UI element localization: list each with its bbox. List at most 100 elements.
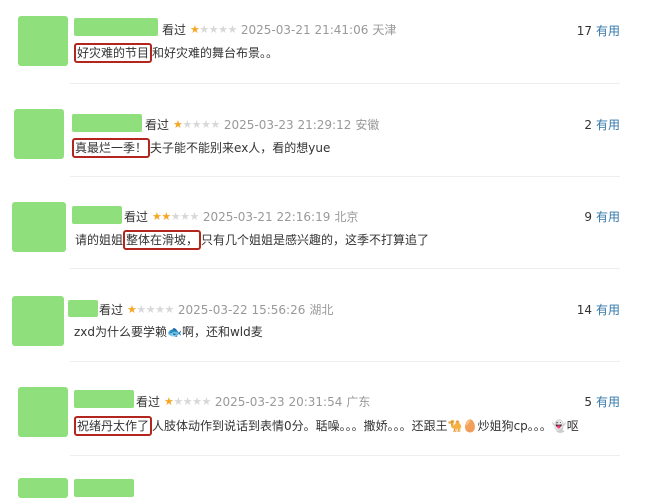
ghost-icon: 👻	[551, 419, 567, 433]
divider	[70, 361, 620, 362]
star-empty-icon: ★	[182, 118, 192, 131]
star-empty-icon: ★	[155, 303, 165, 316]
review-meta: 看过 ★ ★ ★ ★ ★ 2025-03-21 22:16:19 北京	[124, 208, 358, 225]
avatar[interactable]	[12, 296, 64, 346]
star-empty-icon: ★	[189, 210, 200, 223]
star-empty-icon: ★	[227, 23, 238, 36]
username-link[interactable]	[74, 390, 134, 408]
star-empty-icon: ★	[218, 23, 228, 36]
watched-status: 看过	[99, 303, 124, 317]
review-text-a: zxd为什么要学赖	[74, 325, 168, 339]
avatar[interactable]	[18, 387, 68, 437]
review-text-rest: 夫子能不能别来ex人，看的想yue	[150, 141, 331, 155]
star-filled-icon: ★	[127, 303, 137, 316]
review-text: 好灾难的节目 和好灾难的舞台布景。。	[74, 43, 279, 63]
rating-stars: ★ ★ ★ ★ ★	[173, 118, 220, 131]
rating-stars: ★ ★ ★ ★ ★	[127, 303, 174, 316]
highlighted-phrase: 真最烂一季！	[72, 138, 151, 158]
star-empty-icon: ★	[180, 210, 190, 223]
star-empty-icon: ★	[201, 118, 211, 131]
review-text: 祝绪丹太作了 人肢体动作到说话到表情0分。聒噪。。。撒娇。。。还跟王🐪🥚炒姐狗cp…	[74, 416, 579, 436]
useful-button[interactable]: 有用	[596, 303, 620, 317]
fish-icon: 🐟	[167, 325, 182, 339]
review-datetime: 2025-03-23 20:31:54	[214, 394, 343, 409]
star-empty-icon: ★	[173, 395, 183, 408]
username-link[interactable]	[74, 18, 158, 36]
watched-status: 看过	[145, 118, 170, 132]
vote-useful[interactable]: 5 有用	[584, 393, 620, 410]
star-filled-icon: ★	[161, 210, 171, 223]
star-empty-icon: ★	[210, 118, 221, 131]
review-text-rest: 只有几个姐姐是感兴趣的，这季不打算追了	[201, 233, 430, 247]
star-empty-icon: ★	[191, 118, 202, 131]
divider	[70, 455, 620, 456]
vote-useful[interactable]: 14 有用	[577, 301, 620, 318]
vote-useful[interactable]: 17 有用	[577, 22, 620, 39]
rating-stars: ★ ★ ★ ★ ★	[152, 210, 199, 223]
review-text: 真最烂一季！ 夫子能不能别来ex人，看的想yue	[72, 138, 331, 158]
review-datetime: 2025-03-22 15:56:26	[177, 302, 306, 317]
vote-count: 5	[584, 395, 592, 409]
highlighted-phrase: 祝绪丹太作了	[74, 416, 153, 436]
divider	[70, 83, 620, 84]
review-text-rest: 和好灾难的舞台布景。。	[152, 46, 279, 60]
star-filled-icon: ★	[190, 23, 200, 36]
useful-button[interactable]: 有用	[596, 395, 620, 409]
review-text: 请的姐姐 整体在滑坡， 只有几个姐姐是感兴趣的，这季不打算追了	[75, 230, 430, 250]
highlighted-phrase: 整体在滑坡，	[123, 230, 202, 250]
username-link[interactable]	[74, 479, 134, 497]
star-empty-icon: ★	[201, 395, 212, 408]
review-meta: 看过 ★ ★ ★ ★ ★ 2025-03-23 20:31:54 广东	[136, 393, 370, 410]
avatar[interactable]	[18, 478, 68, 498]
vote-useful[interactable]: 2 有用	[584, 116, 620, 133]
star-empty-icon: ★	[164, 303, 175, 316]
review-text-b: 啊，还和wld麦	[181, 325, 263, 339]
rating-stars: ★ ★ ★ ★ ★	[190, 23, 237, 36]
vote-count: 17	[576, 24, 592, 38]
star-empty-icon: ★	[199, 23, 209, 36]
review-meta: 看过 ★ ★ ★ ★ ★ 2025-03-23 21:29:12 安徽	[145, 116, 379, 133]
useful-button[interactable]: 有用	[596, 210, 620, 224]
star-filled-icon: ★	[164, 395, 174, 408]
review-datetime: 2025-03-21 21:41:06	[240, 22, 369, 37]
avatar[interactable]	[18, 16, 68, 66]
star-empty-icon: ★	[208, 23, 219, 36]
useful-button[interactable]: 有用	[596, 118, 620, 132]
avatar[interactable]	[14, 109, 64, 159]
divider	[70, 268, 620, 269]
divider	[70, 176, 620, 177]
star-empty-icon: ★	[192, 395, 202, 408]
star-empty-icon: ★	[136, 303, 146, 316]
rating-stars: ★ ★ ★ ★ ★	[164, 395, 211, 408]
vote-count: 2	[584, 118, 592, 132]
vote-count: 14	[576, 303, 592, 317]
review-meta: 看过 ★ ★ ★ ★ ★ 2025-03-21 21:41:06 天津	[162, 21, 396, 38]
review-meta: 看过 ★ ★ ★ ★ ★ 2025-03-22 15:56:26 湖北	[99, 301, 333, 318]
username-link[interactable]	[72, 114, 142, 132]
review-location: 广东	[346, 395, 371, 409]
watched-status: 看过	[162, 23, 187, 37]
review-text-a: 人肢体动作到说话到表情0分。聒噪。。。撒娇。。。还跟王	[152, 419, 448, 433]
egg-icon: 🥚	[462, 419, 478, 433]
username-link[interactable]	[68, 300, 98, 317]
review-location: 安徽	[355, 118, 380, 132]
review-text-prefix: 请的姐姐	[75, 233, 124, 247]
username-link[interactable]	[72, 206, 122, 224]
star-filled-icon: ★	[173, 118, 183, 131]
vote-useful[interactable]: 9 有用	[584, 208, 620, 225]
star-empty-icon: ★	[170, 210, 181, 223]
review-text-b: 炒姐狗cp。。。	[477, 419, 552, 433]
review-location: 北京	[334, 210, 359, 224]
review-datetime: 2025-03-21 22:16:19	[202, 209, 331, 224]
review-text: zxd为什么要学赖🐟啊，还和wld麦	[74, 323, 263, 340]
review-datetime: 2025-03-23 21:29:12	[223, 117, 352, 132]
useful-button[interactable]: 有用	[596, 24, 620, 38]
watched-status: 看过	[124, 210, 149, 224]
star-filled-icon: ★	[152, 210, 162, 223]
avatar[interactable]	[12, 202, 66, 252]
highlighted-phrase: 好灾难的节目	[74, 43, 153, 63]
star-empty-icon: ★	[145, 303, 156, 316]
review-location: 湖北	[309, 303, 334, 317]
review-text-c: 呕	[566, 419, 579, 433]
review-location: 天津	[372, 23, 397, 37]
